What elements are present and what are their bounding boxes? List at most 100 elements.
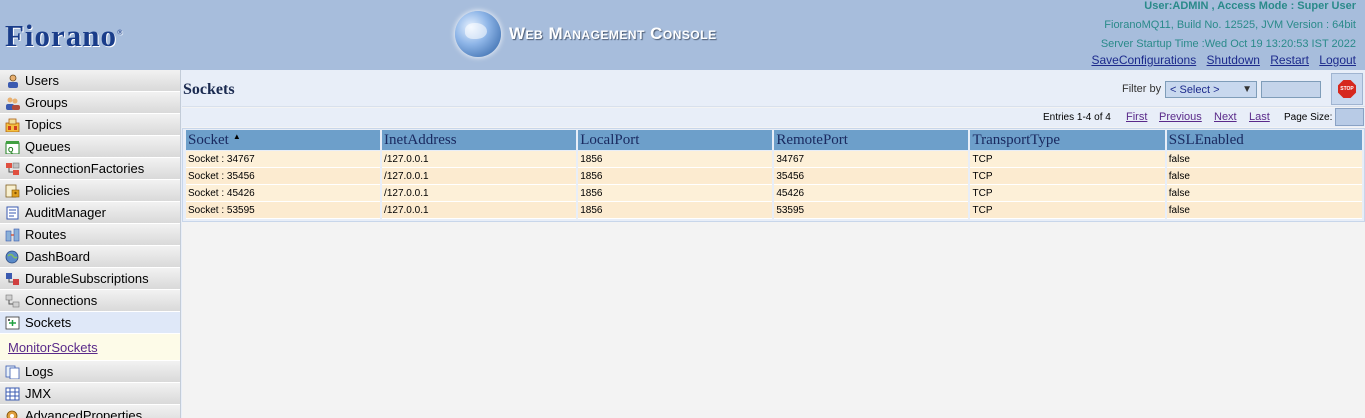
column-header-label: Socket: [188, 131, 229, 148]
sidebar-item-label: JMX: [25, 386, 51, 401]
sidebar-item-users[interactable]: Users: [0, 70, 180, 92]
sockets-table-container: Socket ▲ InetAddress LocalPort RemotePort…: [182, 128, 1365, 222]
sidebar-item-routes[interactable]: Routes: [0, 224, 180, 246]
sidebar-item-label: Logs: [25, 364, 54, 379]
table-row[interactable]: Socket : 35456 /127.0.0.1 1856 35456 TCP…: [186, 168, 1362, 185]
filter-label: Filter by :: [1122, 83, 1168, 95]
sidebar-item-advancedproperties[interactable]: AdvancedProperties: [0, 405, 180, 418]
column-header-label: TransportType: [972, 131, 1061, 148]
last-page-link[interactable]: Last: [1249, 111, 1270, 123]
user-info: User:ADMIN , Access Mode : Super User Fi…: [1101, 0, 1356, 51]
sidebar-item-label: Connections: [25, 293, 98, 308]
table-cell: false: [1166, 151, 1362, 168]
connection-factories-icon: [5, 161, 20, 176]
sidebar-item-connections[interactable]: Connections: [0, 290, 180, 312]
sidebar-item-logs[interactable]: Logs: [0, 361, 180, 383]
entries-count: Entries 1-4 of 4: [1043, 112, 1111, 123]
svg-text:Q: Q: [8, 147, 14, 154]
sidebar-item-topics[interactable]: Topics: [0, 114, 180, 136]
globe-icon: [455, 11, 501, 57]
header: Fiorano® Web Management Console User:ADM…: [0, 0, 1365, 70]
table-cell: Socket : 53595: [186, 202, 381, 219]
restart-link[interactable]: Restart: [1270, 53, 1309, 67]
stop-button[interactable]: STOP: [1331, 73, 1363, 105]
sidebar-item-queues[interactable]: Q Queues: [0, 136, 180, 158]
table-cell: /127.0.0.1: [382, 168, 577, 185]
sockets-table: Socket ▲ InetAddress LocalPort RemotePort…: [184, 130, 1364, 219]
table-cell: 1856: [578, 151, 773, 168]
title-bar: Sockets Filter by : < Select > ▼ STOP: [182, 70, 1365, 107]
sidebar-item-connectionfactories[interactable]: ConnectionFactories: [0, 158, 180, 180]
queues-icon: Q: [5, 139, 20, 154]
sidebar-item-label: Sockets: [25, 315, 72, 330]
fiorano-logo: Fiorano®: [5, 18, 123, 54]
column-header-label: InetAddress: [384, 131, 457, 148]
shutdown-link[interactable]: Shutdown: [1207, 53, 1260, 67]
first-page-link[interactable]: First: [1126, 111, 1147, 123]
console-title: Web Management Console: [455, 11, 717, 57]
table-cell: TCP: [970, 168, 1165, 185]
column-header-socket[interactable]: Socket ▲: [186, 130, 381, 151]
main-content: Sockets Filter by : < Select > ▼ STOP En…: [182, 70, 1365, 418]
logo-text: Fiorano: [5, 18, 118, 53]
sidebar-item-sockets[interactable]: Sockets: [0, 312, 180, 334]
table-cell: 45426: [774, 185, 969, 202]
table-cell: 35456: [774, 168, 969, 185]
column-header-sslenabled[interactable]: SSLEnabled: [1166, 130, 1362, 151]
filter-input[interactable]: [1261, 81, 1321, 98]
previous-page-link[interactable]: Previous: [1159, 111, 1202, 123]
durable-subscriptions-icon: [5, 271, 20, 286]
next-page-link[interactable]: Next: [1214, 111, 1237, 123]
sidebar-item-label: Groups: [25, 95, 68, 110]
table-cell: Socket : 45426: [186, 185, 381, 202]
sidebar-item-durablesubscriptions[interactable]: DurableSubscriptions: [0, 268, 180, 290]
table-cell: 53595: [774, 202, 969, 219]
server-startup-time: Server Startup Time :Wed Oct 19 13:20:53…: [1100, 38, 1356, 50]
column-header-remoteport[interactable]: RemotePort: [774, 130, 969, 151]
column-header-inetaddress[interactable]: InetAddress: [382, 130, 577, 151]
sidebar-item-policies[interactable]: Policies: [0, 180, 180, 202]
page-size-input[interactable]: [1335, 108, 1364, 126]
groups-icon: [5, 95, 20, 110]
table-cell: false: [1166, 168, 1362, 185]
table-cell: Socket : 34767: [186, 151, 381, 168]
sidebar-item-jmx[interactable]: JMX: [0, 383, 180, 405]
sort-ascending-icon: ▲: [232, 131, 241, 141]
table-cell: /127.0.0.1: [382, 151, 577, 168]
page-size-label: Page Size:: [1284, 112, 1333, 123]
table-cell: 1856: [578, 202, 773, 219]
sidebar-item-groups[interactable]: Groups: [0, 92, 180, 114]
table-cell: Socket : 35456: [186, 168, 381, 185]
logo-trademark: ®: [117, 28, 124, 37]
sidebar-item-label: Routes: [25, 227, 67, 242]
column-header-transporttype[interactable]: TransportType: [970, 130, 1165, 151]
advanced-properties-icon: [5, 408, 20, 418]
filter-select[interactable]: < Select > ▼: [1165, 81, 1257, 98]
connections-icon: [5, 293, 20, 308]
sidebar-item-dashboard[interactable]: DashBoard: [0, 246, 180, 268]
table-cell: TCP: [970, 185, 1165, 202]
table-row[interactable]: Socket : 34767 /127.0.0.1 1856 34767 TCP…: [186, 151, 1362, 168]
sidebar-item-label: ConnectionFactories: [25, 161, 145, 176]
pager-bar: Entries 1-4 of 4 First Previous Next Las…: [182, 108, 1365, 127]
logs-icon: [5, 364, 20, 379]
logout-link[interactable]: Logout: [1319, 53, 1356, 67]
sidebar-item-label: DurableSubscriptions: [25, 271, 149, 286]
stop-label: STOP: [1340, 86, 1354, 92]
column-header-label: RemotePort: [776, 131, 848, 148]
sidebar-item-label: Queues: [25, 139, 71, 154]
monitor-sockets-link[interactable]: MonitorSockets: [8, 340, 98, 355]
dashboard-icon: [5, 249, 20, 264]
table-cell: TCP: [970, 151, 1165, 168]
save-configurations-link[interactable]: SaveConfigurations: [1091, 53, 1196, 67]
column-header-localport[interactable]: LocalPort: [578, 130, 773, 151]
filter-select-value: < Select >: [1170, 83, 1220, 96]
table-row[interactable]: Socket : 53595 /127.0.0.1 1856 53595 TCP…: [186, 202, 1362, 219]
top-links: SaveConfigurations Shutdown Restart Logo…: [1084, 53, 1356, 67]
column-header-label: LocalPort: [580, 131, 640, 148]
table-row[interactable]: Socket : 45426 /127.0.0.1 1856 45426 TCP…: [186, 185, 1362, 202]
table-cell: false: [1166, 185, 1362, 202]
table-cell: /127.0.0.1: [382, 185, 577, 202]
sidebar-item-auditmanager[interactable]: AuditManager: [0, 202, 180, 224]
sidebar-item-label: Policies: [25, 183, 70, 198]
